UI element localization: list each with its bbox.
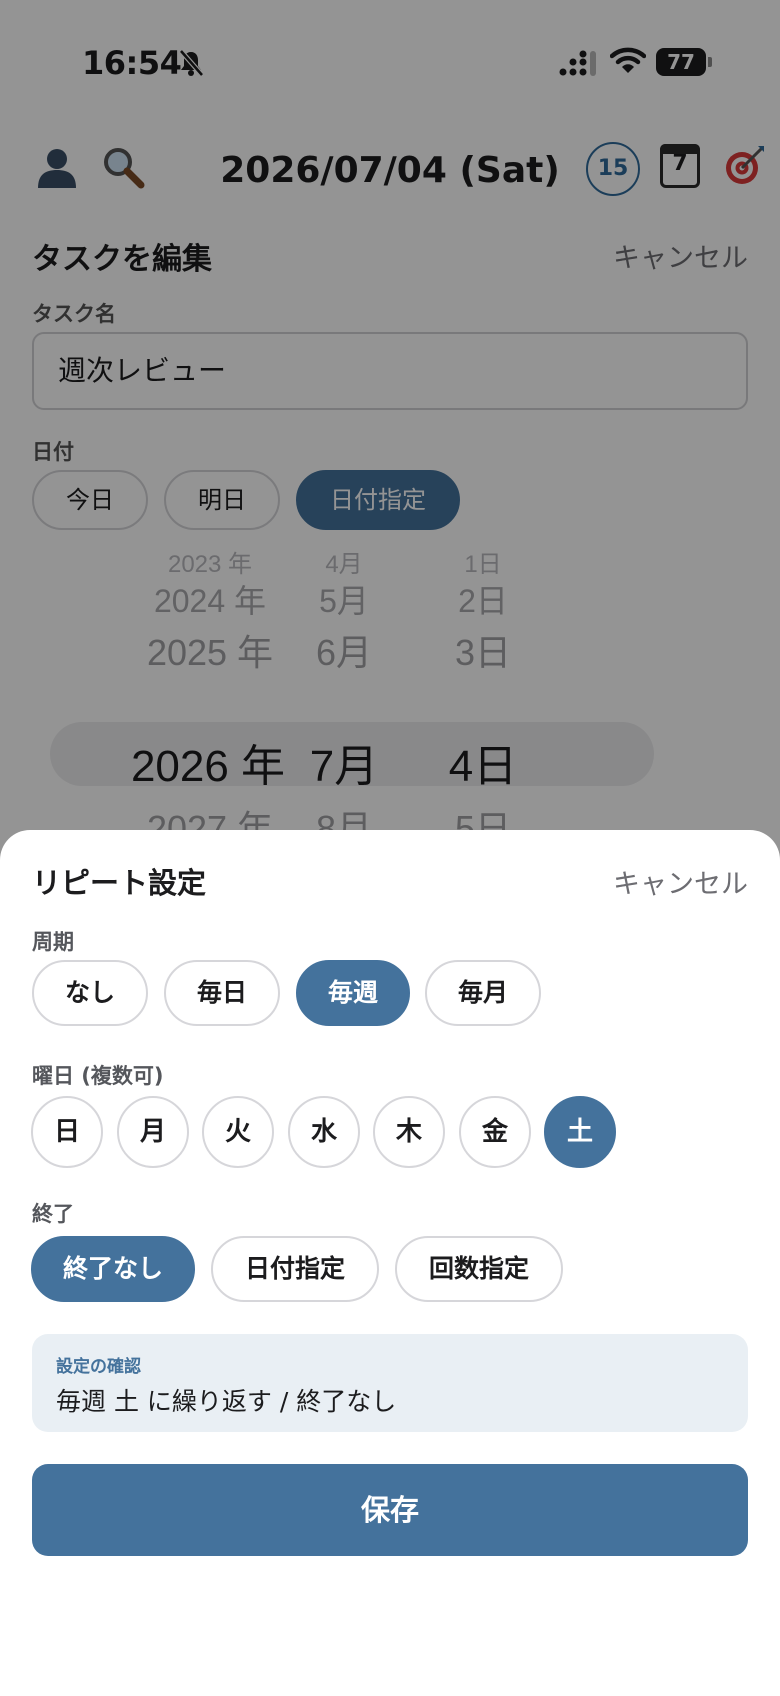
weekday-wed[interactable]: 水 [288,1096,360,1168]
end-option-count[interactable]: 回数指定 [395,1236,563,1302]
repeat-cancel-button[interactable]: キャンセル [613,862,748,901]
repeat-settings-title: リピート設定 [32,866,207,900]
confirmation-text: 毎週 土 に繰り返す / 終了なし [56,1387,397,1416]
settings-confirmation-box: 設定の確認 毎週 土 に繰り返す / 終了なし [32,1334,748,1432]
weekday-sat[interactable]: 土 [544,1096,616,1168]
cycle-option-daily[interactable]: 毎日 [164,960,280,1026]
weekday-tue[interactable]: 火 [202,1096,274,1168]
weekday-mon[interactable]: 月 [117,1096,189,1168]
cycle-option-none[interactable]: なし [32,960,148,1026]
end-label: 終了 [32,1202,74,1226]
repeat-settings-sheet: リピート設定 キャンセル 周期 なし 毎日 毎週 毎月 曜日 (複数可) 日 月… [0,830,780,1696]
cycle-label: 周期 [32,930,74,954]
weekday-fri[interactable]: 金 [459,1096,531,1168]
save-button[interactable]: 保存 [32,1464,748,1556]
weekday-thu[interactable]: 木 [373,1096,445,1168]
weekday-label: 曜日 (複数可) [32,1064,164,1088]
cycle-option-monthly[interactable]: 毎月 [425,960,541,1026]
end-option-none[interactable]: 終了なし [31,1236,195,1302]
end-option-date[interactable]: 日付指定 [211,1236,379,1302]
weekday-sun[interactable]: 日 [31,1096,103,1168]
cycle-option-weekly[interactable]: 毎週 [296,960,410,1026]
confirmation-label: 設定の確認 [56,1357,141,1377]
